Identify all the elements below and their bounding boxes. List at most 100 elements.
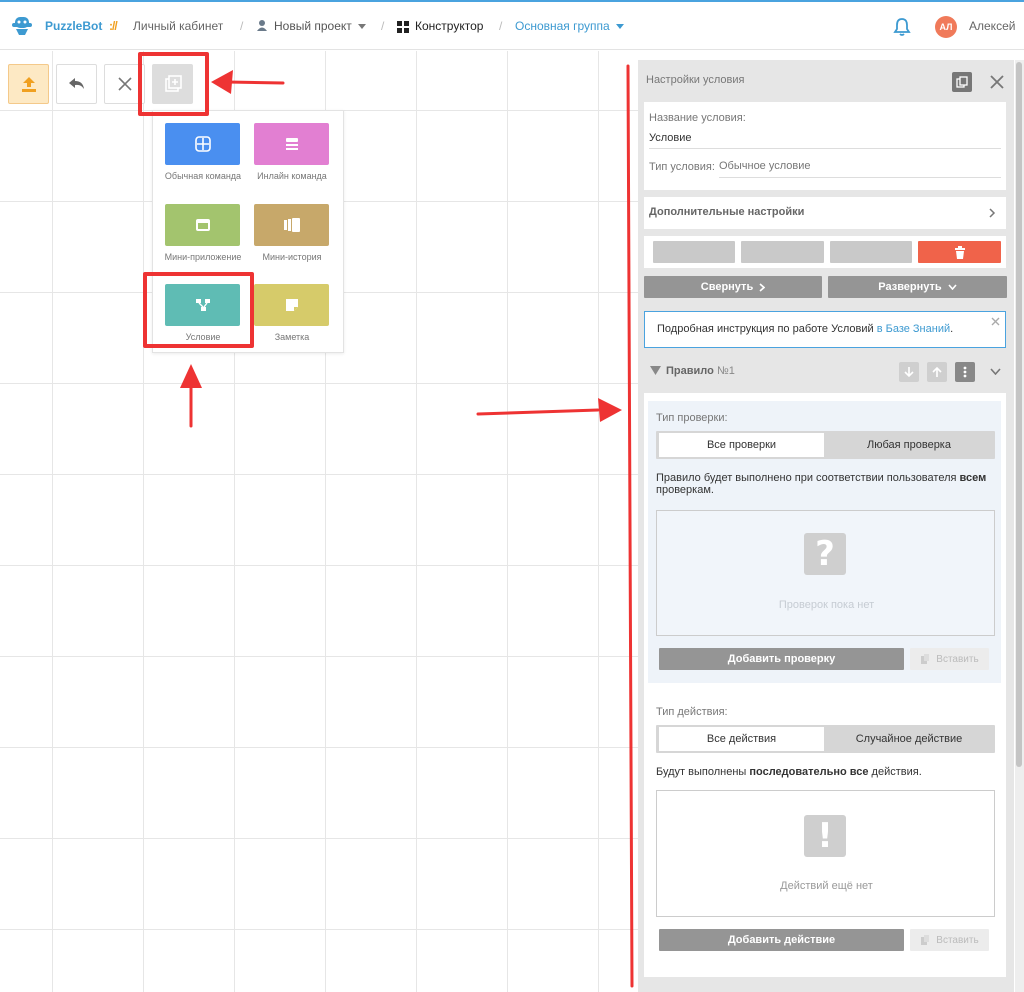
info-banner: Подробная инструкция по работе Условий в… xyxy=(644,311,1006,348)
more-vertical-icon xyxy=(963,366,967,378)
grid-icon xyxy=(397,21,409,33)
breadcrumb-separator: / xyxy=(240,19,244,33)
condition-name-card: Название условия: Условие Тип условия: О… xyxy=(644,102,1006,190)
palette-label-stories: Мини-история xyxy=(262,252,322,262)
check-type-toggle: Все проверки Любая проверка xyxy=(656,431,995,459)
close-panel-icon[interactable] xyxy=(988,73,1006,91)
rule-card: Тип проверки: Все проверки Любая проверк… xyxy=(644,393,1006,977)
breadcrumb-separator: / xyxy=(381,19,385,33)
rule-menu-button[interactable] xyxy=(955,362,975,382)
chevron-right-icon xyxy=(989,208,996,218)
palette-label-inline: Инлайн команда xyxy=(257,171,327,181)
arrow-down-icon xyxy=(904,367,914,378)
action-all-option[interactable]: Все действия xyxy=(659,727,824,751)
palette-tile-inline[interactable] xyxy=(254,123,329,165)
delete-button[interactable] xyxy=(918,241,1001,263)
chevron-down-icon xyxy=(357,24,366,30)
rule-number: №1 xyxy=(717,365,735,377)
check-type-label: Тип проверки: xyxy=(656,412,728,424)
action-type-label: Тип действия: xyxy=(656,706,728,718)
palette-tile-miniapp[interactable] xyxy=(165,204,240,246)
condition-settings-panel: Настройки условия Название условия: Усло… xyxy=(638,60,1014,992)
puzzlebot-logo-icon[interactable] xyxy=(10,14,34,38)
palette-label-command: Обычная команда xyxy=(164,171,242,181)
palette-label-miniapp: Мини-приложение xyxy=(164,252,242,262)
chevron-down-icon xyxy=(948,284,957,290)
add-action-button[interactable]: Добавить действие xyxy=(659,929,904,951)
actions-empty-state: ! Действий ещё нет xyxy=(656,790,995,917)
extra-settings-label: Дополнительные настройки xyxy=(649,206,805,218)
undo-icon xyxy=(68,78,84,89)
annotation-box-add-button xyxy=(138,52,209,116)
avatar[interactable]: АЛ xyxy=(935,16,957,38)
window-icon xyxy=(195,219,210,231)
info-text: Подробная инструкция по работе Условий xyxy=(657,323,877,335)
annotation-box-condition-tile xyxy=(143,272,254,348)
exclamation-icon: ! xyxy=(804,815,846,857)
move-up-button[interactable] xyxy=(927,362,947,382)
user-name[interactable]: Алексей xyxy=(969,19,1015,33)
palette-tile-stories[interactable] xyxy=(254,204,329,246)
block-color-row xyxy=(644,236,1006,268)
condition-type-label: Тип условия: xyxy=(649,161,715,173)
arrow-up-icon xyxy=(932,366,942,377)
divider xyxy=(719,177,1001,178)
paste-icon xyxy=(921,934,930,945)
condition-type-select[interactable]: Обычное условие xyxy=(719,160,811,172)
top-bar: PuzzleBot :// Личный кабинет / Новый про… xyxy=(0,0,1024,50)
checks-section: Тип проверки: Все проверки Любая проверк… xyxy=(648,401,1001,683)
color-button-1[interactable] xyxy=(653,241,735,263)
chevron-down-icon xyxy=(615,24,624,30)
annotation-arrow-right-icon xyxy=(476,398,622,422)
annotation-arrow-up-icon xyxy=(180,364,202,428)
divider xyxy=(649,148,1001,149)
condition-name-label: Название условия: xyxy=(649,112,746,124)
palette-tile-note[interactable] xyxy=(254,284,329,326)
knowledge-base-link[interactable]: в Базе Знаний xyxy=(877,323,950,335)
palette-tile-command[interactable] xyxy=(165,123,240,165)
close-banner-icon[interactable] xyxy=(991,317,1000,326)
close-icon xyxy=(117,77,132,91)
action-type-toggle: Все действия Случайное действие xyxy=(656,725,995,753)
question-icon: ? xyxy=(804,533,846,575)
upload-icon xyxy=(21,77,36,92)
bell-icon[interactable] xyxy=(892,17,912,37)
no-actions-text: Действий ещё нет xyxy=(780,880,873,892)
project-bot-icon xyxy=(257,20,267,31)
panel-title: Настройки условия xyxy=(646,74,745,86)
breadcrumb-group[interactable]: Основная группа xyxy=(515,19,624,33)
copy-icon xyxy=(956,76,968,88)
upload-button[interactable] xyxy=(8,64,49,104)
chevron-down-icon[interactable] xyxy=(990,368,1001,375)
list-icon xyxy=(285,138,298,150)
check-description: Правило будет выполнено при соответствии… xyxy=(656,472,987,496)
brand-name[interactable]: PuzzleBot xyxy=(45,19,102,33)
action-description: Будут выполнены последовательно все дейс… xyxy=(656,766,922,778)
panel-scrollbar-thumb[interactable] xyxy=(1016,62,1022,767)
palette-label-note: Заметка xyxy=(274,332,310,342)
paste-check-button[interactable]: Вставить xyxy=(910,648,989,670)
expand-button[interactable]: Развернуть xyxy=(828,276,1007,298)
color-button-3[interactable] xyxy=(830,241,912,263)
copy-button[interactable] xyxy=(952,72,972,92)
breadcrumb-cabinet[interactable]: Личный кабинет xyxy=(133,19,223,33)
trash-icon xyxy=(954,245,965,259)
check-any-option[interactable]: Любая проверка xyxy=(826,433,992,457)
add-check-button[interactable]: Добавить проверку xyxy=(659,648,904,670)
condition-name-input[interactable]: Условие xyxy=(649,132,692,144)
check-all-option[interactable]: Все проверки xyxy=(659,433,824,457)
stories-icon xyxy=(283,218,300,232)
paste-action-button[interactable]: Вставить xyxy=(910,929,989,951)
move-down-button[interactable] xyxy=(899,362,919,382)
extra-settings-row[interactable]: Дополнительные настройки xyxy=(644,197,1006,229)
breadcrumb-builder[interactable]: Конструктор xyxy=(415,19,483,33)
note-icon xyxy=(285,299,298,311)
color-button-2[interactable] xyxy=(741,241,824,263)
action-random-option[interactable]: Случайное действие xyxy=(826,727,992,751)
collapse-button[interactable]: Свернуть xyxy=(644,276,822,298)
triangle-down-icon[interactable] xyxy=(650,366,661,375)
annotation-arrow-left-icon xyxy=(211,70,285,94)
annotation-line-icon xyxy=(626,64,634,988)
undo-button[interactable] xyxy=(56,64,97,104)
breadcrumb-project[interactable]: Новый проект xyxy=(274,19,366,33)
